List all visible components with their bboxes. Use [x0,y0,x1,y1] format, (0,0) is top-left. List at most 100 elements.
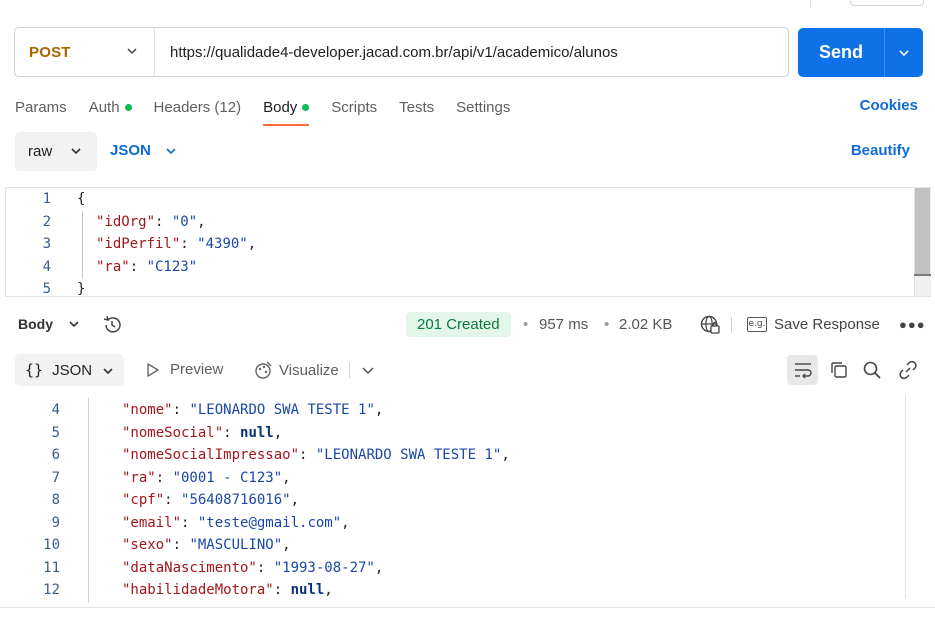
example-icon[interactable]: e.g. [747,317,767,332]
tab-label: Scripts [331,98,378,116]
tab-settings[interactable]: Settings [456,99,510,116]
history-icon[interactable] [101,314,123,336]
request-body-editor[interactable]: 1{2 "idOrg": "0", 3 "idPerfil": "4390", 4 "ra… [5,187,931,297]
chevron-down-icon [127,48,137,55]
preview-button[interactable]: Preview [146,361,223,378]
body-format-selector[interactable]: JSON [110,142,177,159]
meta-separator: • [523,316,529,333]
code-line: 12 "habilidadeMotora": null, [0,579,905,602]
code-token: , [247,236,257,252]
globe-icon[interactable] [699,314,721,336]
code-line: 11 "dataNascimento": "1993-08-27", [0,557,905,580]
code-text: "cpf": "56408716016", [122,489,299,512]
code-line: 2 "idOrg": "0", [6,211,931,233]
line-number: 5 [42,281,51,297]
code-token: "C123" [146,258,198,275]
response-format-label: JSON [52,361,93,379]
search-icon[interactable] [862,360,882,380]
chevron-down-icon [69,321,79,328]
environment-selector[interactable] [850,0,924,6]
copy-icon[interactable] [829,360,849,380]
method-selector[interactable]: POST [15,28,155,76]
cookies-link[interactable]: Cookies [860,97,918,114]
code-token: , [282,469,291,486]
code-line: 1{ [6,188,931,210]
response-format-selector[interactable]: {} JSON [15,354,124,386]
code-token: : [172,402,190,418]
response-size[interactable]: 2.02 KB [619,316,672,333]
braces-icon: {} [25,361,44,379]
code-line: 6 "nomeSocialImpressao": "LEONARDO SWA TE… [0,444,905,467]
code-token: "ra" [122,469,156,486]
chevron-down-icon [166,147,176,154]
line-number: 2 [42,213,51,230]
code-token: "nome" [122,402,173,418]
preview-label: Preview [170,361,224,378]
status-badge[interactable]: 201 Created [406,312,511,337]
response-body-selector[interactable]: Body [18,316,80,332]
tab-headers-12[interactable]: Headers (12) [154,99,242,116]
code-text: "habilidadeMotora": null, [122,579,333,602]
status-dot [302,103,310,111]
visualize-button[interactable]: Visualize [253,360,339,380]
line-number: 4 [51,402,60,418]
tab-tests[interactable]: Tests [399,99,434,116]
code-token: : [172,537,190,553]
response-time[interactable]: 957 ms [539,316,588,333]
line-number: 9 [51,514,60,531]
request-tabs: Params Auth Headers (12) Body Scripts Tests Se… [15,97,532,126]
code-token: , [501,447,510,463]
chevron-down-icon[interactable] [361,365,375,377]
code-line: 7 "ra": "0001 - C123", [0,467,905,490]
beautify-button[interactable]: Beautify [851,142,910,159]
tab-body[interactable]: Body [263,99,310,126]
code-token: "nomeSocial" [122,424,224,441]
url-input[interactable]: https://qualidade4-developer.jacad.com.b… [155,44,618,61]
method-label: POST [29,43,71,61]
link-icon[interactable] [898,360,918,380]
code-text: "idPerfil": "4390", [96,233,256,255]
code-token: "4390" [197,236,248,252]
code-text: "nome": "LEONARDO SWA TESTE 1", [122,399,383,422]
code-line: 8 "cpf": "56408716016", [0,489,905,512]
code-text: "email": "teste@gmail.com", [122,512,350,535]
code-text: "ra": "0001 - C123", [122,467,291,490]
code-token: "nomeSocialImpressao" [122,447,300,463]
top-divider [810,0,811,8]
code-token: , [341,514,350,531]
code-token: "1993-08-27" [273,559,375,576]
send-options-button[interactable] [885,47,923,59]
meta-separator: • [604,316,610,333]
tab-label: Headers (12) [153,98,242,116]
response-scrollbar[interactable] [905,395,906,598]
tab-params[interactable]: Params [15,99,67,116]
line-number: 11 [43,559,60,576]
response-body-label: Body [18,316,53,332]
send-button[interactable]: Send [798,42,884,63]
line-number: 1 [42,191,51,207]
more-icon[interactable]: ●●● [899,317,926,332]
code-line: 5} [6,278,931,297]
save-response-button[interactable]: Save Response [774,316,880,333]
code-token: "LEONARDO SWA TESTE 1" [315,447,502,463]
chevron-down-icon [899,49,909,56]
code-token: "teste@gmail.com" [197,514,342,531]
wrap-lines-button[interactable] [787,355,818,385]
status-footer [0,607,935,621]
line-number: 4 [42,258,51,275]
code-text: "ra": "C123" [96,256,197,278]
raw-selector[interactable]: raw [15,132,97,171]
code-token: "idPerfil" [96,236,181,252]
code-line: 4 "ra": "C123" [6,256,931,278]
send-button-group: Send [798,28,923,77]
code-token: : [256,559,274,576]
body-format-label: JSON [110,142,151,159]
code-token: : [181,514,198,531]
code-token: "idOrg" [96,213,156,230]
tab-scripts[interactable]: Scripts [331,99,377,116]
code-token: : [155,469,173,486]
code-token: { [77,191,86,207]
code-token: "sexo" [122,537,173,553]
tab-auth[interactable]: Auth [89,99,132,116]
code-line: 4 "nome": "LEONARDO SWA TESTE 1", [0,399,905,422]
